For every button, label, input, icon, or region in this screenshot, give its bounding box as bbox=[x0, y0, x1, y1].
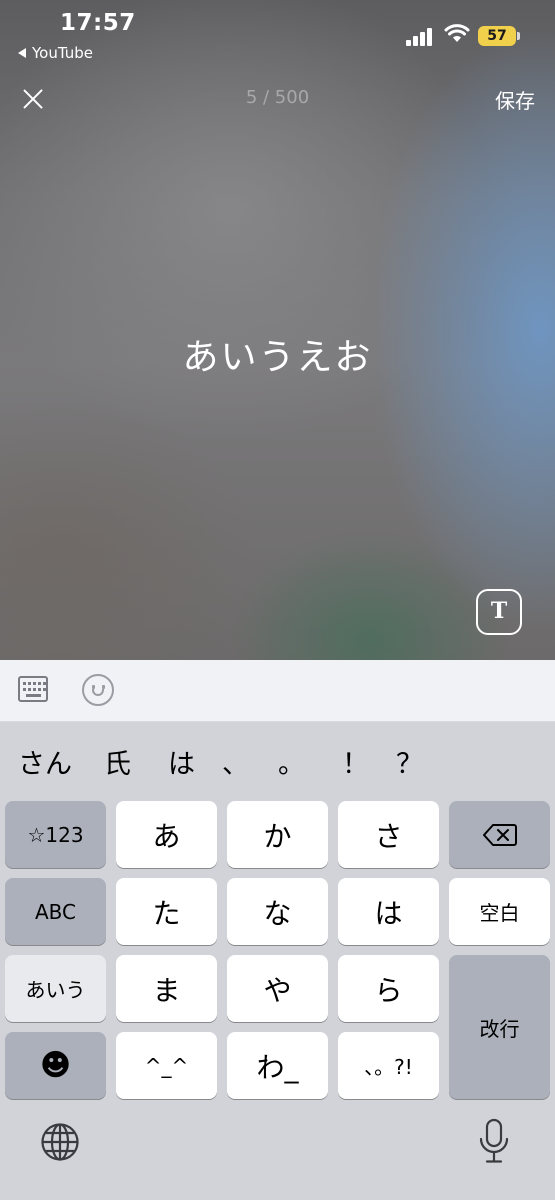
emoji-face-key[interactable]: ☻ bbox=[5, 1032, 106, 1099]
text-style-button[interactable]: T bbox=[476, 589, 522, 635]
candidate-item[interactable]: さん bbox=[18, 742, 72, 781]
kaomoji-key[interactable]: ^_^ bbox=[116, 1032, 217, 1099]
globe-icon[interactable] bbox=[40, 1122, 80, 1162]
key-wa[interactable]: わ_ bbox=[227, 1032, 328, 1099]
story-text-input[interactable]: あいうえお bbox=[0, 328, 555, 380]
keyboard-accessory-bar bbox=[0, 660, 555, 722]
candidate-item[interactable]: ？ bbox=[396, 742, 423, 781]
kana-mode-key[interactable]: あいう bbox=[5, 955, 106, 1022]
close-button[interactable] bbox=[18, 84, 48, 114]
punctuation-key[interactable]: 、。?! bbox=[338, 1032, 439, 1099]
save-button[interactable]: 保存 bbox=[495, 85, 535, 114]
character-counter: 5 / 500 bbox=[245, 87, 310, 108]
abc-mode-key[interactable]: ABC bbox=[5, 878, 106, 945]
candidate-bar: さん 氏 は 、 。 ！ ？ bbox=[0, 722, 555, 798]
story-editor: 17:57 YouTube 57 5 / 500 保存 あいうえお T bbox=[0, 0, 555, 660]
candidate-item[interactable]: 氏 bbox=[104, 742, 131, 781]
keyboard-icon[interactable] bbox=[18, 676, 48, 702]
back-arrow-icon bbox=[18, 48, 26, 58]
key-ka[interactable]: か bbox=[227, 801, 328, 868]
key-na[interactable]: な bbox=[227, 878, 328, 945]
number-mode-key[interactable]: ☆123 bbox=[5, 801, 106, 868]
emoji-icon[interactable] bbox=[82, 674, 114, 706]
battery-indicator: 57 bbox=[478, 26, 516, 46]
key-ya[interactable]: や bbox=[227, 955, 328, 1022]
candidate-item[interactable]: ！ bbox=[342, 742, 369, 781]
key-ta[interactable]: た bbox=[116, 878, 217, 945]
backspace-icon bbox=[482, 823, 517, 846]
status-time: 17:57 bbox=[60, 10, 136, 36]
back-to-app-link[interactable]: YouTube bbox=[18, 44, 93, 62]
delete-key[interactable] bbox=[449, 801, 550, 868]
key-ha[interactable]: は bbox=[338, 878, 439, 945]
candidate-item[interactable]: 。 bbox=[278, 742, 305, 781]
cellular-signal-icon bbox=[406, 28, 434, 46]
candidate-item[interactable]: 、 bbox=[222, 742, 249, 781]
key-a[interactable]: あ bbox=[116, 801, 217, 868]
key-ma[interactable]: ま bbox=[116, 955, 217, 1022]
key-sa[interactable]: さ bbox=[338, 801, 439, 868]
wifi-icon bbox=[444, 24, 470, 42]
japanese-keyboard: さん 氏 は 、 。 ！ ？ ☆123 あ か さ ABC た な は 空白 あ… bbox=[0, 722, 555, 1200]
candidate-item[interactable]: は bbox=[168, 742, 195, 781]
microphone-icon[interactable] bbox=[478, 1118, 510, 1164]
battery-tip bbox=[517, 32, 520, 40]
back-app-label: YouTube bbox=[32, 44, 93, 62]
return-key[interactable]: 改行 bbox=[449, 955, 550, 1099]
space-key[interactable]: 空白 bbox=[449, 878, 550, 945]
key-ra[interactable]: ら bbox=[338, 955, 439, 1022]
